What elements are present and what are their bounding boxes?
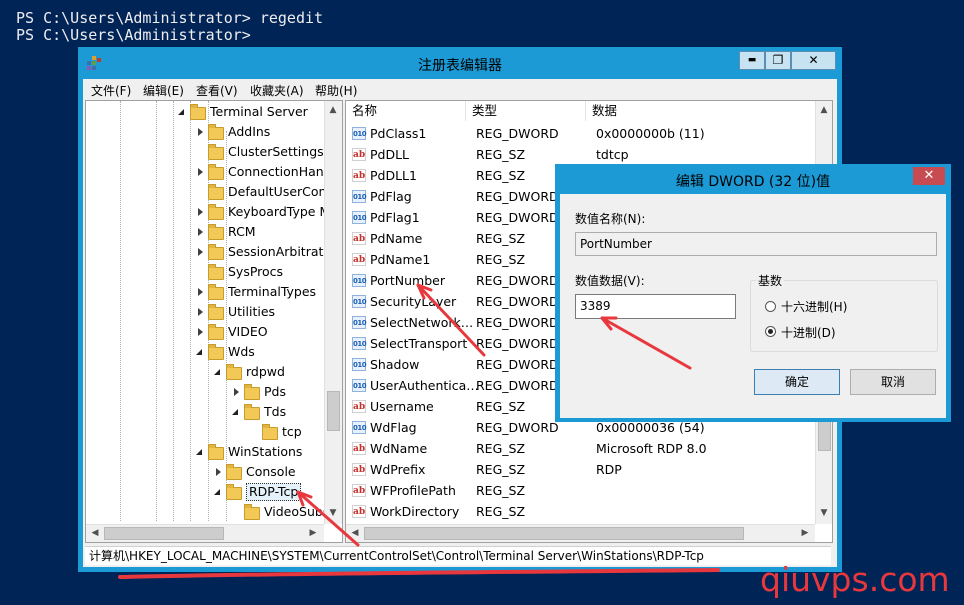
annotation-arrow xyxy=(600,316,692,370)
annotation-arrow xyxy=(416,283,486,357)
annotation-arrow xyxy=(296,490,360,547)
watermark-text: qiuvps.com xyxy=(760,560,950,599)
annotation-underline xyxy=(118,568,720,579)
annotation-overlay xyxy=(118,283,720,579)
